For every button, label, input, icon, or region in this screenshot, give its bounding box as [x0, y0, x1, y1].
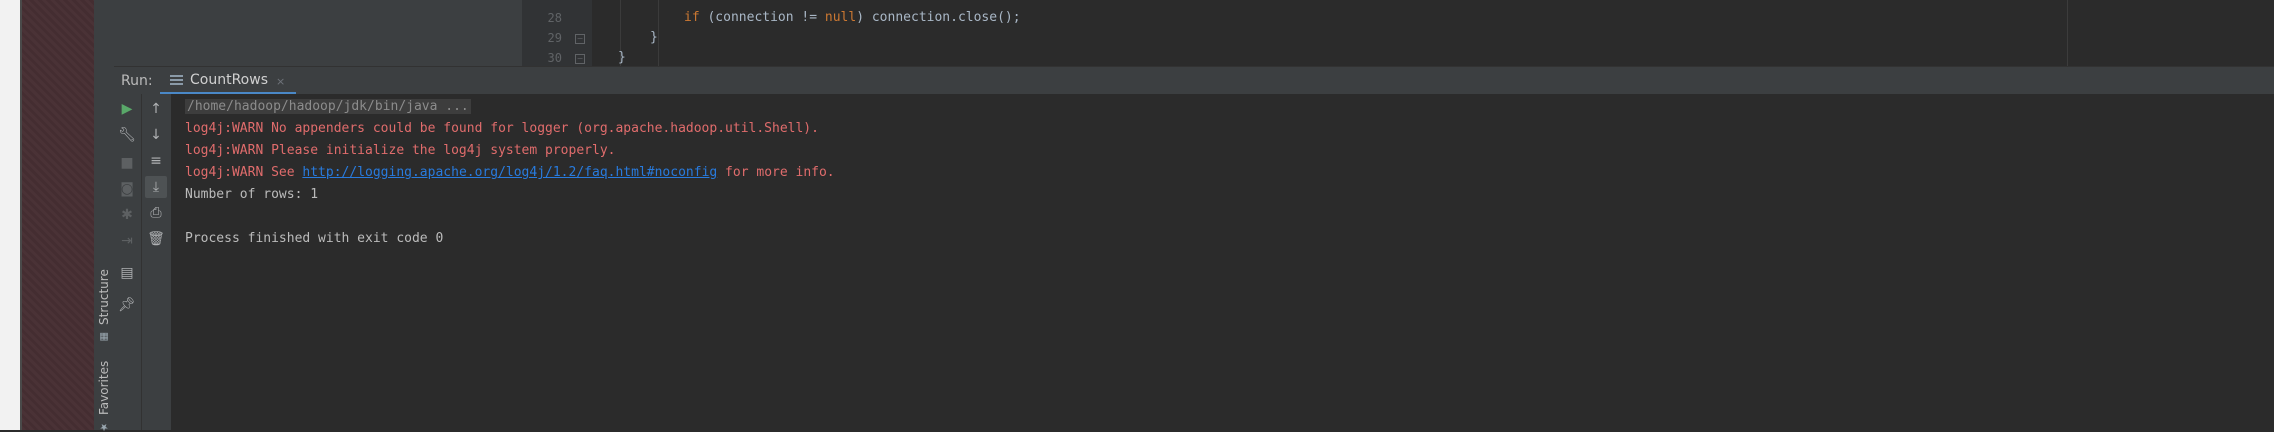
code-editor[interactable]: 28 29 30 − − if (connection != null) con… [522, 0, 2274, 66]
line-number: 29 [547, 31, 562, 45]
fold-toggle-icon[interactable]: − [575, 34, 585, 44]
left-panel-background [22, 0, 94, 430]
run-tab-label: CountRows [190, 72, 268, 88]
console-exit-line: Process finished with exit code 0 [185, 231, 444, 246]
code-line-30: } [618, 50, 626, 65]
close-tab-icon[interactable]: × [276, 75, 285, 88]
camera-icon[interactable]: ◙ [116, 178, 138, 200]
code-text: (connection != [699, 10, 825, 25]
code-keyword: null [824, 10, 857, 25]
run-label: Run: [121, 73, 153, 89]
console-output[interactable]: /home/hadoop/hadoop/jdk/bin/java ... log… [172, 94, 2274, 430]
code-keyword: if [684, 10, 700, 25]
console-command[interactable]: /home/hadoop/hadoop/jdk/bin/java ... [185, 99, 471, 114]
wrench-icon[interactable]: 🔧︎ [116, 124, 138, 146]
code-line-28: if (connection != null) connection.close… [684, 10, 1021, 25]
soft-wrap-icon[interactable]: ≡ [145, 150, 167, 172]
console-warn-line: log4j:WARN Please initialize the log4j s… [185, 143, 616, 158]
debug-icon[interactable]: ✱ [116, 204, 138, 226]
run-toolbar-primary: ▶ 🔧︎ ■ ◙ ✱ ⇥ ▤ 📌︎ [114, 94, 142, 430]
console-warn-line: log4j:WARN No appenders could be found f… [185, 121, 819, 136]
log4j-faq-link[interactable]: http://logging.apache.org/log4j/1.2/faq.… [302, 165, 717, 180]
trash-icon[interactable]: 🗑︎ [145, 228, 167, 250]
indent-guide [658, 0, 659, 66]
console-command-line: /home/hadoop/hadoop/jdk/bin/java ... [185, 99, 471, 114]
left-window-edge [0, 0, 20, 430]
run-tool-window-header: Run: CountRows × [114, 66, 2274, 95]
console-rows-line: Number of rows: 1 [185, 187, 319, 202]
line-number: 30 [547, 51, 562, 65]
structure-icon: ▦ [99, 331, 109, 343]
console-icon [170, 74, 183, 85]
favorites-tab-label: Favorites [97, 360, 111, 415]
right-margin-line [2067, 0, 2068, 66]
run-toolbar-secondary: ↑ ↓ ≡ ⤓ ⎙ 🗑︎ [142, 94, 172, 430]
editor-gutter: 28 29 30 − − [522, 0, 592, 66]
exit-icon[interactable]: ⇥ [116, 230, 138, 252]
warn-prefix: log4j:WARN See [185, 165, 303, 180]
warn-suffix: for more info. [717, 165, 835, 180]
structure-tab-label: Structure [97, 269, 111, 326]
stop-icon[interactable]: ■ [116, 152, 138, 174]
console-warn-line: log4j:WARN See http://logging.apache.org… [185, 165, 835, 180]
code-text: ) connection.close(); [856, 10, 1021, 25]
rerun-icon[interactable]: ▶ [116, 98, 138, 120]
line-number: 28 [547, 11, 562, 25]
up-arrow-icon[interactable]: ↑ [145, 98, 167, 120]
pin-icon[interactable]: 📌︎ [116, 294, 138, 316]
project-panel-fragment [114, 0, 522, 66]
code-line-29: } [650, 30, 658, 45]
scroll-to-end-icon[interactable]: ⤓ [145, 176, 167, 198]
structure-tab[interactable]: ▦ Structure [94, 268, 114, 344]
layout-icon[interactable]: ▤ [116, 262, 138, 284]
favorites-tab[interactable]: ★ Favorites [94, 360, 114, 431]
down-arrow-icon[interactable]: ↓ [145, 124, 167, 146]
fold-toggle-icon[interactable]: − [575, 54, 585, 64]
print-icon[interactable]: ⎙ [145, 202, 167, 224]
